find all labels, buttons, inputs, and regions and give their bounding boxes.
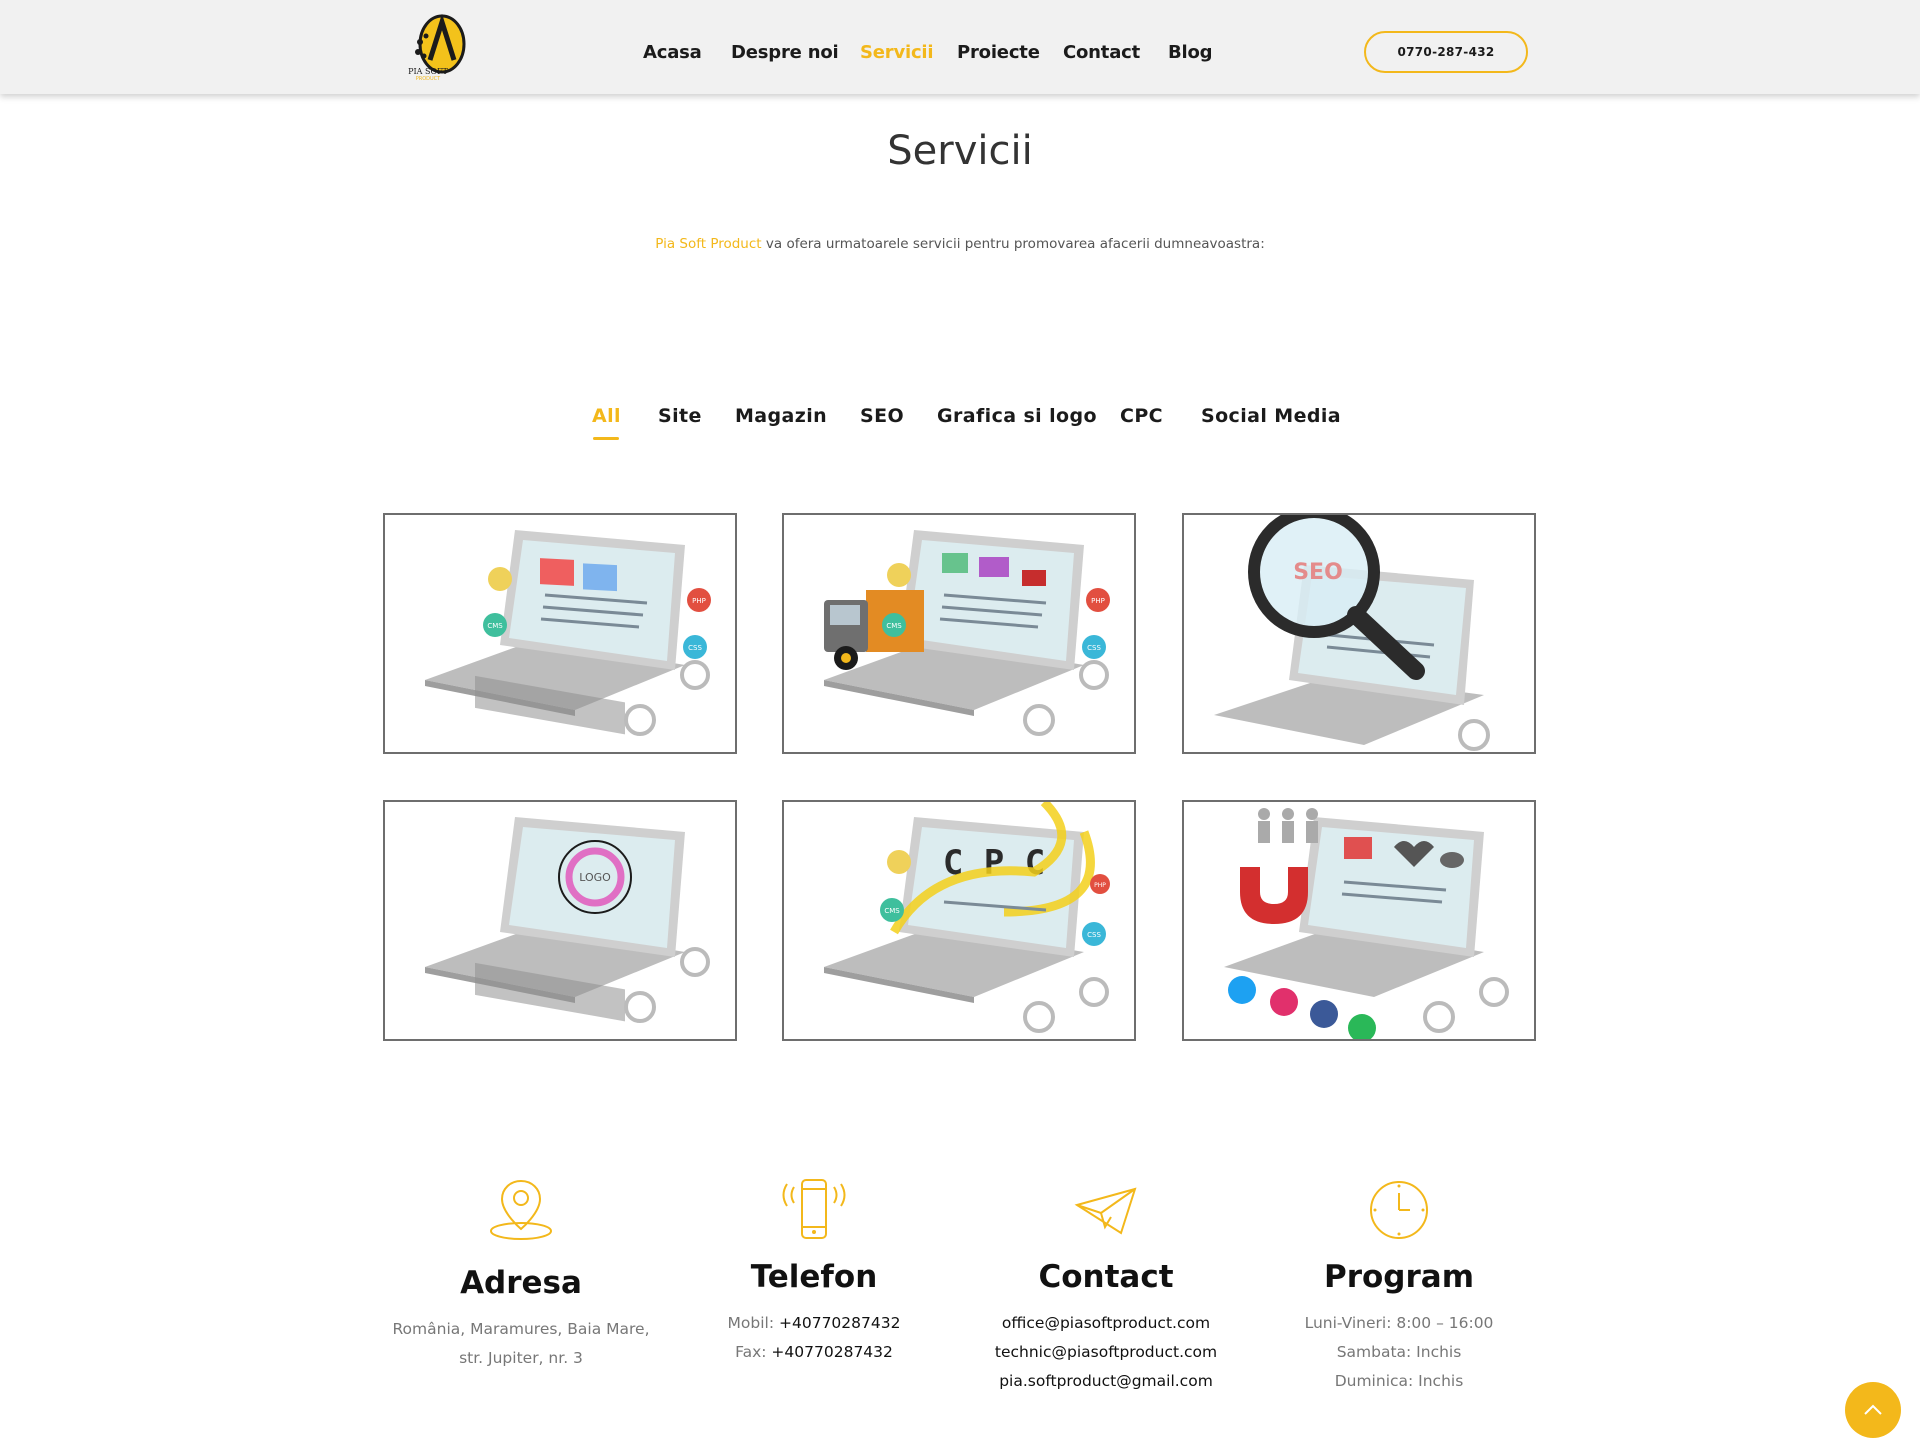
filter-seo[interactable]: SEO	[860, 405, 904, 427]
nav-item-proiecte[interactable]: Proiecte	[957, 42, 1040, 63]
svg-text:LOGO: LOGO	[579, 871, 611, 884]
laptop-magazin-illustration: CMS PHP CSS	[824, 530, 1110, 736]
info-contact: Contact office@piasoftproduct.com techni…	[956, 1175, 1256, 1396]
svg-text:PHP: PHP	[1094, 882, 1106, 889]
nav-item-despre-noi[interactable]: Despre noi	[731, 42, 839, 63]
intro-text: Pia Soft Product va ofera urmatoarele se…	[0, 236, 1920, 252]
service-card-site[interactable]: CMS PHP CSS	[383, 513, 737, 754]
email-technic[interactable]: technic@piasoftproduct.com	[956, 1338, 1256, 1367]
service-card-cpc[interactable]: C P C CMS PHP CSS	[782, 800, 1136, 1041]
filter-cpc[interactable]: CPC	[1120, 405, 1163, 427]
info-program: Program Luni-Vineri: 8:00 – 16:00 Sambat…	[1249, 1175, 1549, 1396]
mobile-phone-icon	[782, 1179, 846, 1239]
svg-text:CSS: CSS	[688, 644, 702, 652]
program-weekdays: Luni-Vineri: 8:00 – 16:00	[1304, 1314, 1494, 1332]
svg-text:CMS: CMS	[886, 622, 902, 630]
phone-mobile-link[interactable]: +40770287432	[779, 1314, 900, 1332]
filter-social-media[interactable]: Social Media	[1201, 405, 1341, 427]
program-saturday: Sambata: Inchis	[1336, 1343, 1462, 1361]
svg-text:PHP: PHP	[1091, 597, 1105, 605]
scroll-to-top-button[interactable]	[1845, 1382, 1901, 1438]
address-line-1: România, Maramures, Baia Mare,	[392, 1320, 650, 1338]
intro-brand-link[interactable]: Pia Soft Product	[655, 236, 761, 252]
intro-rest: va ofera urmatoarele servicii pentru pro…	[761, 236, 1265, 252]
laptop-logo-illustration: LOGO	[425, 817, 710, 1023]
filter-magazin[interactable]: Magazin	[735, 405, 827, 427]
laptop-site-illustration: CMS PHP CSS	[425, 530, 711, 736]
filter-grafica-si-logo[interactable]: Grafica si logo	[937, 405, 1097, 427]
address-line-2: str. Jupiter, nr. 3	[459, 1349, 583, 1367]
service-card-social-media[interactable]	[1182, 800, 1536, 1041]
paper-plane-icon	[1074, 1187, 1137, 1235]
nav-item-contact[interactable]: Contact	[1063, 42, 1140, 63]
page-title: Servicii	[887, 128, 1033, 174]
chevron-up-icon	[1864, 1404, 1882, 1415]
info-address-title: Adresa	[460, 1265, 582, 1301]
main-nav: Acasa Despre noi Servicii Proiecte Conta…	[0, 42, 1920, 70]
email-gmail[interactable]: pia.softproduct@gmail.com	[956, 1367, 1256, 1396]
info-program-title: Program	[1323, 1259, 1474, 1295]
program-sunday: Duminica: Inchis	[1334, 1372, 1464, 1390]
svg-text:CMS: CMS	[487, 622, 503, 630]
phone-fax-link[interactable]: +40770287432	[771, 1343, 892, 1361]
phone-button[interactable]: 0770-287-432	[1364, 31, 1528, 73]
svg-text:PHP: PHP	[692, 597, 706, 605]
site-header: PIA SOFT PRODUCT Acasa Despre noi Servic…	[0, 0, 1920, 94]
active-filter-underline	[593, 437, 619, 440]
svg-text:SEO: SEO	[1293, 560, 1343, 585]
laptop-seo-illustration: SEO	[1214, 515, 1490, 751]
laptop-cpc-illustration: C P C CMS PHP CSS	[824, 802, 1110, 1033]
svg-text:CSS: CSS	[1087, 644, 1101, 652]
info-contact-title: Contact	[1038, 1259, 1174, 1295]
nav-item-acasa[interactable]: Acasa	[643, 42, 702, 63]
email-office[interactable]: office@piasoftproduct.com	[956, 1309, 1256, 1338]
map-pin-icon	[490, 1179, 552, 1240]
nav-item-blog[interactable]: Blog	[1168, 42, 1213, 63]
service-card-seo[interactable]: SEO	[1182, 513, 1536, 754]
svg-text:CSS: CSS	[1087, 931, 1101, 939]
laptop-social-media-illustration	[1224, 808, 1509, 1039]
svg-text:PRODUCT: PRODUCT	[416, 76, 441, 80]
filter-site[interactable]: Site	[658, 405, 702, 427]
phone-fax-line: Fax: +40770287432	[735, 1343, 893, 1361]
info-address: Adresa România, Maramures, Baia Mare, st…	[371, 1175, 671, 1373]
svg-text:CMS: CMS	[884, 907, 900, 915]
filter-all[interactable]: All	[592, 405, 621, 427]
service-card-grafica-logo[interactable]: LOGO	[383, 800, 737, 1041]
service-card-magazin[interactable]: CMS PHP CSS	[782, 513, 1136, 754]
info-phone-title: Telefon	[750, 1259, 878, 1295]
nav-item-servicii[interactable]: Servicii	[860, 42, 934, 63]
service-filters: All Site Magazin SEO Grafica si logo CPC…	[0, 405, 1920, 445]
info-phone: Telefon Mobil: +40770287432 Fax: +407702…	[664, 1175, 964, 1367]
clock-icon	[1370, 1181, 1428, 1239]
phone-mobile-line: Mobil: +40770287432	[727, 1314, 901, 1332]
